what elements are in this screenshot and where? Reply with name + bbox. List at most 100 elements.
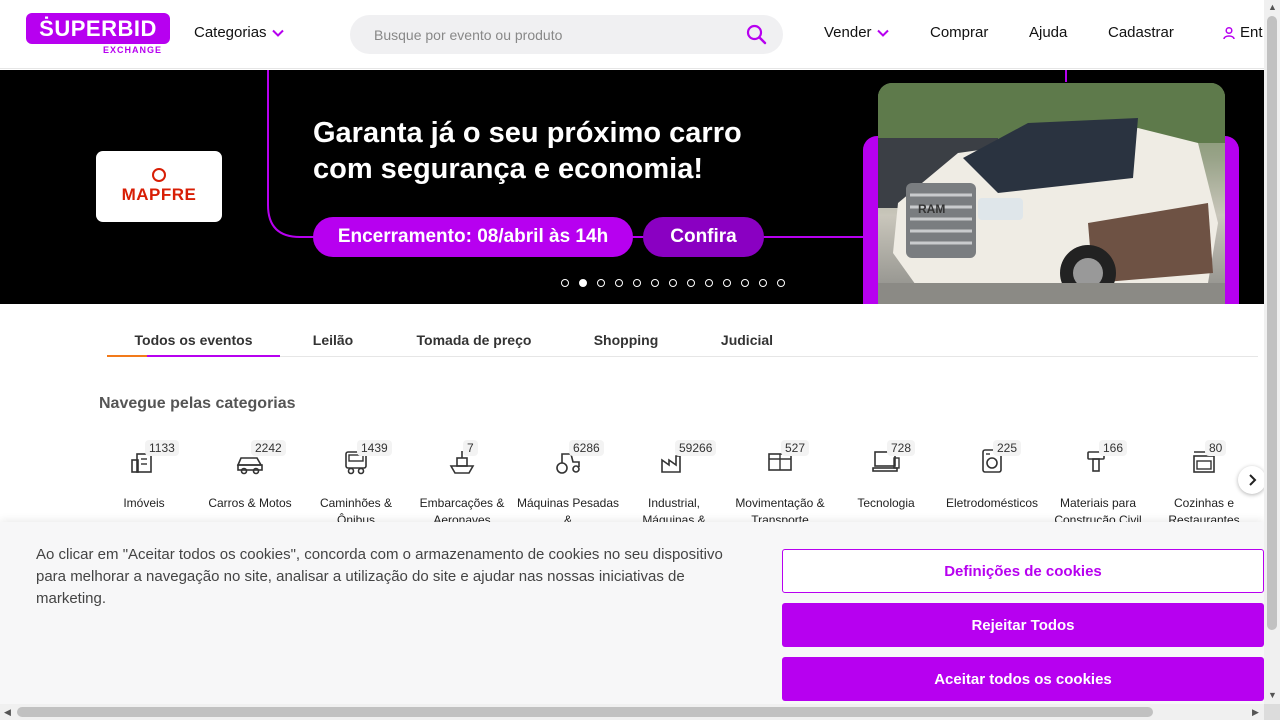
cookie-consent-banner: Ao clicar em "Aceitar todos os cookies",…	[0, 522, 1264, 705]
category-item[interactable]: 1439 Caminhões & Ônibus	[303, 440, 409, 522]
category-item[interactable]: 225 Eletrodomésticos	[939, 440, 1045, 522]
category-label: Industrial, Máquinas &	[642, 496, 706, 522]
carousel-dot[interactable]	[723, 279, 731, 287]
mapfre-wordmark: MAPFRE	[121, 185, 197, 204]
category-count: 1439	[357, 440, 392, 456]
carousel-dot[interactable]	[579, 279, 587, 287]
nav-register[interactable]: Cadastrar	[1108, 24, 1174, 41]
category-count: 1133	[145, 440, 179, 456]
scroll-right-arrow-icon[interactable]: ▶	[1252, 707, 1259, 718]
category-label: Cozinhas e Restaurantes	[1168, 496, 1240, 522]
category-label: Tecnologia	[857, 496, 915, 510]
carousel-dot[interactable]	[741, 279, 749, 287]
nav-login[interactable]: Ent	[1222, 24, 1263, 41]
category-item[interactable]: 59266 Industrial, Máquinas &	[621, 440, 727, 522]
category-count: 728	[887, 440, 916, 456]
cookie-settings-button[interactable]: Definições de cookies	[782, 549, 1264, 593]
category-count: 527	[781, 440, 810, 456]
category-label: Materiais para Construção Civil	[1054, 496, 1142, 522]
chevron-right-icon	[1249, 474, 1257, 486]
category-label: Máquinas Pesadas &	[516, 496, 620, 522]
category-item[interactable]: 6286 Máquinas Pesadas &	[515, 440, 621, 522]
search-input[interactable]	[374, 15, 734, 54]
scroll-up-arrow-icon[interactable]: ▲	[1268, 2, 1277, 12]
carousel-dots	[561, 279, 785, 287]
truck-illustration: RAM	[878, 83, 1225, 304]
horizontal-scroll-thumb[interactable]	[17, 707, 1153, 717]
vertical-scrollbar[interactable]: ▲ ▼	[1264, 0, 1280, 704]
superbid-logo[interactable]: ṠUPERBID EXCHANGE	[26, 13, 170, 58]
nav-help[interactable]: Ajuda	[1029, 24, 1067, 41]
tab-judicial[interactable]: Judicial	[712, 326, 782, 357]
carousel-dot[interactable]	[615, 279, 623, 287]
carousel-dot[interactable]	[777, 279, 785, 287]
search-bar	[350, 15, 783, 54]
category-count: 2242	[251, 440, 286, 456]
categories-carousel: 1133 Imóveis 2242 Carros & Motos 1439 Caminhõ…	[91, 440, 1257, 522]
svg-text:RAM: RAM	[918, 202, 945, 216]
event-type-tabs: Todos os eventos Leilão Tomada de preço …	[107, 326, 1258, 357]
search-icon[interactable]	[746, 24, 767, 45]
mapfre-emblem-icon	[152, 168, 166, 182]
carousel-dot[interactable]	[687, 279, 695, 287]
category-item[interactable]: 728 Tecnologia	[833, 440, 939, 522]
category-label: Carros & Motos	[208, 496, 292, 510]
accept-all-cookies-button[interactable]: Aceitar todos os cookies	[782, 657, 1264, 701]
categories-next-button[interactable]	[1238, 466, 1266, 494]
page: ṠUPERBID EXCHANGE Categorias Vender Comp…	[0, 0, 1280, 720]
banner-cta-button[interactable]: Confira	[643, 217, 764, 257]
tab-all-events[interactable]: Todos os eventos	[107, 326, 280, 357]
banner-headline-line1: Garanta já o seu próximo carro	[313, 117, 742, 149]
nav-sell-label: Vender	[824, 24, 872, 41]
closing-date-pill: Encerramento: 08/abril às 14h	[313, 217, 633, 257]
category-item[interactable]: 527 Movimentação & Transporte	[727, 440, 833, 522]
carousel-dot[interactable]	[705, 279, 713, 287]
tab-auction[interactable]: Leilão	[303, 326, 363, 357]
category-count: 166	[1099, 440, 1128, 456]
mapfre-logo: MAPFRE	[96, 151, 222, 222]
category-count: 225	[993, 440, 1022, 456]
category-count: 7	[463, 440, 478, 456]
carousel-dot[interactable]	[759, 279, 767, 287]
category-count: 59266	[675, 440, 717, 456]
chevron-down-icon	[876, 29, 889, 37]
carousel-dot[interactable]	[651, 279, 659, 287]
scroll-down-arrow-icon[interactable]: ▼	[1268, 690, 1277, 700]
banner-headline-line2: com segurança e economia!	[313, 153, 704, 185]
carousel-dot[interactable]	[633, 279, 641, 287]
banner-headline: Garanta já o seu próximo carro com segur…	[313, 115, 833, 187]
nav-buy[interactable]: Comprar	[930, 24, 988, 41]
logo-subtitle: EXCHANGE	[102, 45, 162, 55]
categories-title: Navegue pelas categorias	[99, 395, 296, 412]
category-label: Eletrodomésticos	[945, 496, 1039, 510]
nav-sell[interactable]: Vender	[824, 24, 890, 41]
truck-photo: RAM	[878, 83, 1225, 304]
reject-all-cookies-button[interactable]: Rejeitar Todos	[782, 603, 1264, 647]
categories-menu[interactable]: Categorias	[194, 24, 285, 41]
user-icon	[1223, 26, 1235, 39]
category-item[interactable]: 7 Embarcações & Aeronaves	[409, 440, 515, 522]
category-item[interactable]: 166 Materiais para Construção Civil	[1045, 440, 1151, 522]
tab-shopping[interactable]: Shopping	[585, 326, 667, 357]
category-label: Caminhões & Ônibus	[319, 496, 393, 522]
scrollbar-corner	[1264, 704, 1280, 720]
carousel-dot[interactable]	[669, 279, 677, 287]
logo-wordmark: ṠUPERBID	[26, 13, 170, 44]
categories-menu-label: Categorias	[194, 24, 267, 41]
category-label: Imóveis	[123, 496, 165, 510]
category-label: Movimentação & Transporte	[735, 496, 825, 522]
carousel-dot[interactable]	[561, 279, 569, 287]
horizontal-scrollbar[interactable]: ◀ ▶	[0, 704, 1264, 720]
carousel-dot[interactable]	[597, 279, 605, 287]
vertical-scroll-thumb[interactable]	[1267, 16, 1277, 630]
scroll-left-arrow-icon[interactable]: ◀	[4, 707, 11, 718]
nav-login-label: Ent	[1240, 24, 1263, 41]
chevron-down-icon	[271, 29, 284, 37]
category-item[interactable]: 2242 Carros & Motos	[197, 440, 303, 522]
category-count: 80	[1205, 440, 1227, 456]
category-count: 6286	[569, 440, 604, 456]
tab-price-quote[interactable]: Tomada de preço	[405, 326, 543, 357]
hero-banner[interactable]: MAPFRE Garanta já o seu próximo carro co…	[0, 70, 1264, 304]
category-item[interactable]: 1133 Imóveis	[91, 440, 197, 522]
category-label: Embarcações & Aeronaves	[419, 496, 505, 522]
